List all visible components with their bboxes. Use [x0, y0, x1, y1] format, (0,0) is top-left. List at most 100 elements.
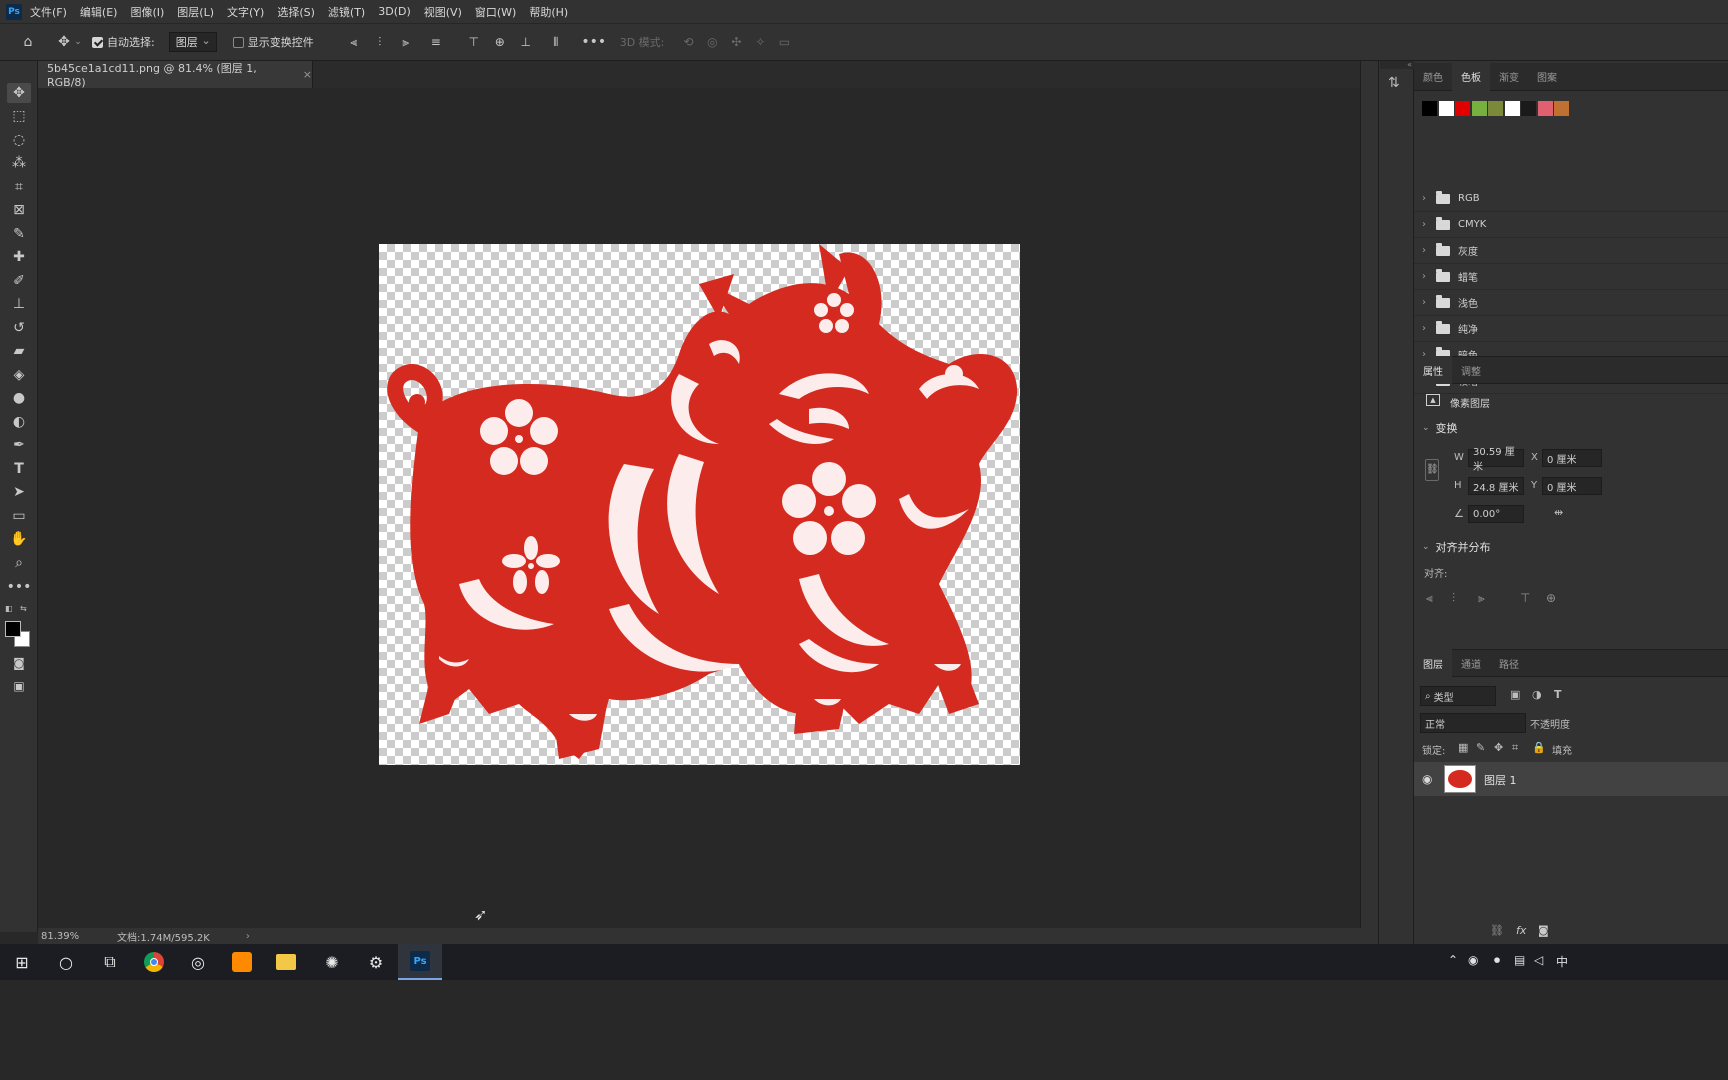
align-right-icon[interactable]: ⫸: [396, 35, 416, 50]
tab-properties[interactable]: 属性: [1414, 356, 1452, 384]
chevron-up-icon[interactable]: ⌃: [1448, 953, 1458, 967]
rectangle-tool-icon[interactable]: ▭: [7, 506, 31, 526]
tab-gradients[interactable]: 渐变: [1490, 63, 1528, 91]
layer-row[interactable]: ◉ 图层 1: [1414, 762, 1728, 796]
close-icon[interactable]: ×: [303, 68, 312, 81]
tab-color[interactable]: 颜色: [1414, 63, 1452, 91]
align-vcenter-icon[interactable]: ⊕: [490, 35, 510, 49]
swatch-group-light[interactable]: › 浅色: [1414, 290, 1728, 316]
lock-all-icon[interactable]: 🔒: [1532, 741, 1546, 754]
color-swatch[interactable]: [1554, 101, 1569, 116]
width-field[interactable]: 30.59 厘米: [1468, 447, 1524, 473]
app-icon[interactable]: ✺: [310, 944, 354, 980]
move-tool-icon[interactable]: ✥: [56, 34, 72, 50]
menu-layer[interactable]: 图层(L): [177, 4, 214, 20]
quick-mask-icon[interactable]: ◙: [7, 653, 31, 673]
aperture-app-icon[interactable]: ◎: [176, 944, 220, 980]
x-field[interactable]: 0 厘米: [1542, 449, 1602, 467]
auto-select-dropdown[interactable]: 图层: [168, 32, 217, 52]
chevron-down-icon[interactable]: ⌄: [72, 37, 84, 47]
swatch-group-pure[interactable]: › 纯净: [1414, 316, 1728, 342]
pen-tool-icon[interactable]: ✒: [7, 435, 31, 455]
layer-name[interactable]: 图层 1: [1484, 772, 1517, 788]
lock-transparent-icon[interactable]: ▦: [1458, 741, 1468, 754]
color-swatch[interactable]: [1504, 101, 1520, 116]
dodge-tool-icon[interactable]: ◐: [7, 412, 31, 432]
swap-colors-icon[interactable]: ⇆: [20, 604, 30, 613]
type-tool-icon[interactable]: T: [7, 459, 31, 479]
microphone-icon[interactable]: ⏺: [1494, 953, 1500, 968]
volume-icon[interactable]: ◁: [1534, 953, 1543, 967]
brush-tool-icon[interactable]: ✐: [7, 271, 31, 291]
status-menu-arrow-icon[interactable]: ›: [246, 931, 250, 942]
angle-field[interactable]: 0.00°: [1468, 505, 1524, 523]
hand-tool-icon[interactable]: ✋: [7, 529, 31, 549]
input-method-icon[interactable]: 中: [1556, 953, 1568, 970]
tray-app-icon[interactable]: ◉: [1468, 953, 1478, 967]
network-icon[interactable]: ▤: [1514, 953, 1525, 967]
screen-mode-icon[interactable]: ▣: [7, 676, 31, 696]
align-left-edges-icon[interactable]: ⫷: [1426, 591, 1433, 606]
flip-horizontal-icon[interactable]: ⇹: [1554, 506, 1563, 519]
crop-tool-icon[interactable]: ⌗: [7, 177, 31, 197]
layer-filter-dropdown[interactable]: ⌕ 类型: [1420, 686, 1496, 706]
filter-pixel-icon[interactable]: ▣: [1510, 688, 1520, 701]
photoshop-taskbar-icon[interactable]: Ps: [398, 944, 442, 980]
color-swatch[interactable]: [1521, 101, 1536, 116]
search-icon[interactable]: ○: [44, 944, 88, 980]
move-tool-icon[interactable]: ✥: [7, 83, 31, 103]
path-selection-tool-icon[interactable]: ➤: [7, 482, 31, 502]
marquee-tool-icon[interactable]: ⬚: [7, 106, 31, 126]
zoom-tool-icon[interactable]: ⌕: [7, 553, 31, 573]
lock-image-icon[interactable]: ✎: [1476, 741, 1485, 754]
filter-type-icon[interactable]: T: [1554, 688, 1562, 701]
color-swatch[interactable]: [1471, 101, 1487, 116]
magic-wand-tool-icon[interactable]: ⁂: [7, 153, 31, 173]
file-explorer-icon[interactable]: [264, 944, 308, 980]
height-field[interactable]: 24.8 厘米: [1468, 477, 1524, 495]
swatch-group-grayscale[interactable]: › 灰度: [1414, 238, 1728, 264]
align-hcenter-icon[interactable]: ⫶: [370, 35, 390, 50]
settings-gear-icon[interactable]: ⚙: [354, 944, 398, 980]
menu-3d[interactable]: 3D(D): [378, 5, 411, 18]
zoom-level[interactable]: 81.39%: [41, 931, 111, 942]
eraser-tool-icon[interactable]: ▰: [7, 341, 31, 361]
show-transform-checkbox[interactable]: [232, 36, 244, 48]
history-panel-icon[interactable]: ⇅: [1388, 75, 1406, 95]
swatch-group-cmyk[interactable]: › CMYK: [1414, 212, 1728, 238]
edit-toolbar-icon[interactable]: •••: [7, 577, 32, 597]
menu-view[interactable]: 视图(V): [424, 4, 462, 20]
align-hcenters-icon[interactable]: ⫶: [1452, 591, 1455, 606]
align-right-edges-icon[interactable]: ⫸: [1478, 591, 1485, 606]
menu-edit[interactable]: 编辑(E): [80, 4, 118, 20]
tab-patterns[interactable]: 图案: [1528, 63, 1566, 91]
link-icon[interactable]: ⛓: [1425, 459, 1439, 481]
align-left-icon[interactable]: ⫷: [344, 35, 364, 50]
menu-select[interactable]: 选择(S): [277, 4, 315, 20]
color-swatch[interactable]: [1537, 101, 1553, 116]
tab-channels[interactable]: 通道: [1452, 649, 1490, 677]
windows-start-icon[interactable]: ⊞: [0, 944, 44, 980]
tab-swatches[interactable]: 色板: [1452, 62, 1490, 91]
align-vcenters-icon[interactable]: ⊕: [1546, 591, 1556, 605]
link-layers-icon[interactable]: ⛓: [1490, 924, 1504, 937]
lock-position-icon[interactable]: ✥: [1494, 741, 1503, 754]
healing-brush-tool-icon[interactable]: ✚: [7, 247, 31, 267]
menu-help[interactable]: 帮助(H): [529, 4, 568, 20]
align-top-icon[interactable]: ⊤: [464, 35, 484, 49]
align-bottom-icon[interactable]: ⊥: [516, 35, 536, 49]
sublime-app-icon[interactable]: [220, 944, 264, 980]
distribute-horizontal-icon[interactable]: ⦀: [546, 35, 566, 50]
distribute-vertical-icon[interactable]: ≡: [426, 35, 446, 49]
menu-window[interactable]: 窗口(W): [475, 4, 516, 20]
menu-file[interactable]: 文件(F): [30, 4, 67, 20]
document-tab[interactable]: 5b45ce1a1cd11.png @ 81.4% (图层 1, RGB/8) …: [38, 61, 313, 89]
collapse-icon[interactable]: «: [1380, 61, 1414, 69]
color-swatch[interactable]: [1488, 101, 1503, 116]
clone-stamp-tool-icon[interactable]: ⊥: [7, 294, 31, 314]
visibility-eye-icon[interactable]: ◉: [1422, 772, 1432, 786]
blend-mode-dropdown[interactable]: 正常: [1420, 713, 1526, 733]
foreground-color-swatch[interactable]: [5, 621, 21, 637]
blur-tool-icon[interactable]: ●: [7, 388, 31, 408]
color-swatch[interactable]: [1438, 101, 1454, 116]
